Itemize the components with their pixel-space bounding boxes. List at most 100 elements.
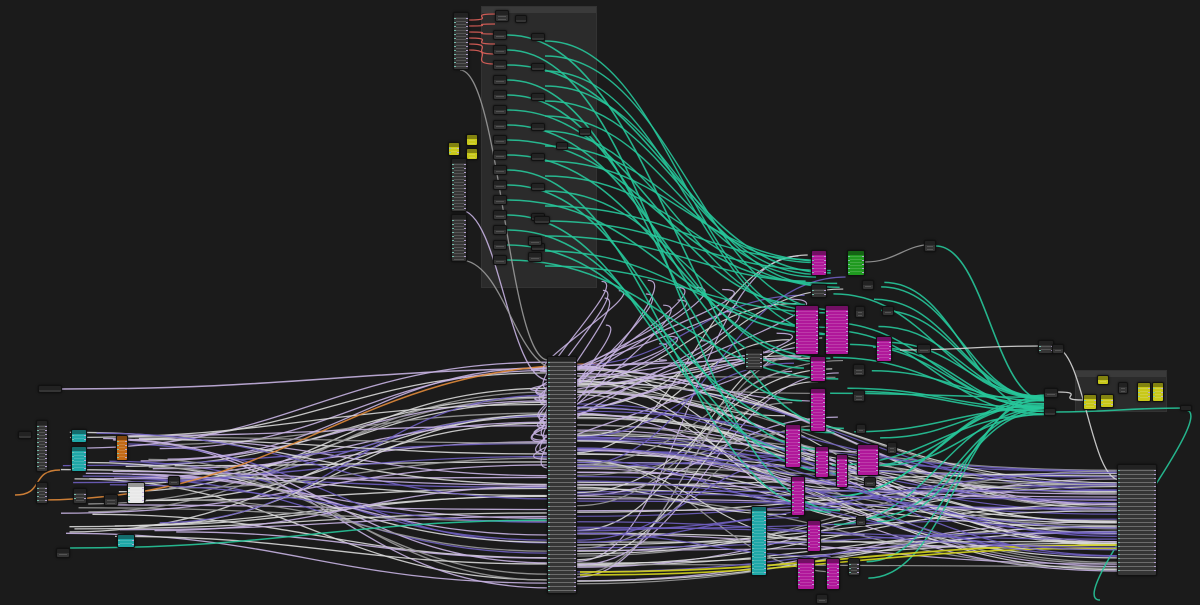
- node-teal-b-input-sockets[interactable]: [72, 452, 74, 470]
- wire-left-to-hub[interactable]: [167, 366, 549, 460]
- node-mid-g-header[interactable]: [854, 391, 864, 395]
- node-top-list-c[interactable]: [451, 214, 467, 262]
- node-magenta-7[interactable]: [785, 424, 801, 468]
- node-top-side-a[interactable]: [556, 142, 568, 150]
- node-mid-c[interactable]: [855, 306, 865, 318]
- node-yellow-r1[interactable]: [1083, 394, 1097, 410]
- node-left-list-b[interactable]: [36, 482, 48, 504]
- node-magenta-12-input-sockets[interactable]: [808, 526, 810, 550]
- node-yellow-b-header[interactable]: [467, 135, 477, 139]
- node-top-col2-10[interactable]: [531, 183, 545, 191]
- node-top-col1-12-header[interactable]: [494, 211, 506, 215]
- node-magenta-2[interactable]: [795, 305, 819, 355]
- wire-top-internal[interactable]: [468, 23, 496, 27]
- node-teal-a-input-sockets[interactable]: [72, 435, 74, 441]
- node-central-hub-output-sockets[interactable]: [574, 362, 576, 592]
- node-white-preview-header[interactable]: [128, 483, 144, 487]
- node-magenta-6-output-sockets[interactable]: [823, 394, 825, 430]
- node-top-col1-10-header[interactable]: [494, 181, 506, 185]
- node-magenta-5[interactable]: [810, 356, 826, 382]
- node-teal-a[interactable]: [71, 429, 87, 443]
- node-magenta-4[interactable]: [876, 336, 892, 362]
- node-top-c2-header[interactable]: [529, 237, 541, 241]
- node-left-c[interactable]: [73, 488, 87, 504]
- node-mid-b-output-sockets[interactable]: [824, 290, 826, 296]
- node-right-e[interactable]: [1180, 405, 1192, 411]
- node-top-col1-4-header[interactable]: [494, 91, 506, 95]
- node-magenta-6-input-sockets[interactable]: [811, 394, 813, 430]
- node-magenta-10-output-sockets[interactable]: [845, 460, 847, 486]
- node-top-list-b-output-sockets[interactable]: [464, 164, 466, 210]
- node-top-list-b-input-sockets[interactable]: [452, 164, 454, 210]
- node-magenta-14-output-sockets[interactable]: [837, 564, 839, 588]
- node-magenta-13-output-sockets[interactable]: [812, 564, 814, 588]
- node-mid-b-input-sockets[interactable]: [812, 290, 814, 296]
- wire-right-b[interactable]: [1057, 391, 1084, 401]
- node-mid-j-input-sockets[interactable]: [849, 564, 851, 574]
- node-teal-tall[interactable]: [751, 506, 767, 576]
- node-magenta-5-header[interactable]: [811, 357, 825, 361]
- node-magenta-3-header[interactable]: [826, 306, 848, 310]
- node-right-big-header[interactable]: [1118, 465, 1156, 469]
- node-magenta-2-input-sockets[interactable]: [796, 311, 798, 353]
- node-mid-o[interactable]: [816, 594, 828, 604]
- node-top-col2-0[interactable]: [531, 33, 545, 41]
- node-yellow-r2[interactable]: [1097, 375, 1109, 385]
- node-magenta-1[interactable]: [811, 250, 827, 276]
- node-mid-l[interactable]: [917, 344, 931, 354]
- node-magenta-7-header[interactable]: [786, 425, 800, 429]
- node-mid-j-header[interactable]: [849, 559, 859, 563]
- node-magenta-5-output-sockets[interactable]: [823, 362, 825, 380]
- wire-hub-to-right[interactable]: [576, 541, 1118, 543]
- node-magenta-13-input-sockets[interactable]: [798, 564, 800, 588]
- node-top-col1-9-header[interactable]: [494, 166, 506, 170]
- node-magenta-3-output-sockets[interactable]: [846, 311, 848, 353]
- node-yellow-a-output-sockets[interactable]: [457, 148, 459, 154]
- node-right-c-header[interactable]: [1045, 389, 1057, 393]
- wire-top2-to-cluster[interactable]: [544, 70, 835, 336]
- node-yellow-r1-output-sockets[interactable]: [1094, 400, 1096, 408]
- node-mid-b-header[interactable]: [812, 285, 826, 289]
- wire-top-internal[interactable]: [468, 49, 496, 65]
- node-yellow-r5-header[interactable]: [1153, 383, 1163, 387]
- node-teal-a-header[interactable]: [72, 430, 86, 434]
- node-left-list-b-header[interactable]: [37, 483, 47, 487]
- node-yellow-r3-input-sockets[interactable]: [1101, 400, 1103, 406]
- node-left-c-header[interactable]: [74, 489, 86, 493]
- node-left-e[interactable]: [168, 476, 180, 486]
- node-white-preview[interactable]: [127, 482, 145, 504]
- node-magenta-7-output-sockets[interactable]: [798, 430, 800, 466]
- node-yellow-r1-header[interactable]: [1084, 395, 1096, 399]
- node-white-preview-input-sockets[interactable]: [128, 488, 130, 502]
- node-magenta-11-output-sockets[interactable]: [802, 482, 804, 514]
- node-magenta-10-header[interactable]: [837, 455, 847, 459]
- node-mid-n-header[interactable]: [865, 478, 875, 482]
- node-mid-n[interactable]: [864, 477, 876, 487]
- node-top-col1-5-header[interactable]: [494, 106, 506, 110]
- node-mid-h[interactable]: [887, 442, 897, 454]
- node-right-b-header[interactable]: [1053, 345, 1063, 349]
- node-top-col1-7-header[interactable]: [494, 136, 506, 140]
- node-magenta-6-header[interactable]: [811, 389, 825, 393]
- node-teal-b-header[interactable]: [72, 447, 86, 451]
- node-orange-output-sockets[interactable]: [125, 441, 127, 459]
- node-top-list-c-output-sockets[interactable]: [464, 220, 466, 260]
- node-mid-c-header[interactable]: [856, 307, 864, 311]
- node-top-c3-header[interactable]: [529, 253, 541, 257]
- node-magenta-5-input-sockets[interactable]: [811, 362, 813, 380]
- wire-top2-to-cluster[interactable]: [544, 265, 838, 314]
- node-orange-input-sockets[interactable]: [117, 441, 119, 459]
- node-magenta-1-header[interactable]: [812, 251, 826, 255]
- node-white-preview-output-sockets[interactable]: [142, 488, 144, 502]
- node-top-col2-8[interactable]: [531, 153, 545, 161]
- node-top-col2-4-header[interactable]: [532, 94, 544, 98]
- node-green-1-header[interactable]: [848, 251, 864, 255]
- node-top-col1-6[interactable]: [493, 120, 507, 130]
- node-yellow-c-header[interactable]: [467, 149, 477, 153]
- node-magenta-14[interactable]: [826, 558, 840, 590]
- node-magenta-9[interactable]: [857, 444, 879, 476]
- node-central-hub-header[interactable]: [548, 357, 576, 361]
- node-mid-e[interactable]: [745, 348, 763, 370]
- node-top-col2-4[interactable]: [531, 93, 545, 101]
- node-top-col1-10[interactable]: [493, 180, 507, 190]
